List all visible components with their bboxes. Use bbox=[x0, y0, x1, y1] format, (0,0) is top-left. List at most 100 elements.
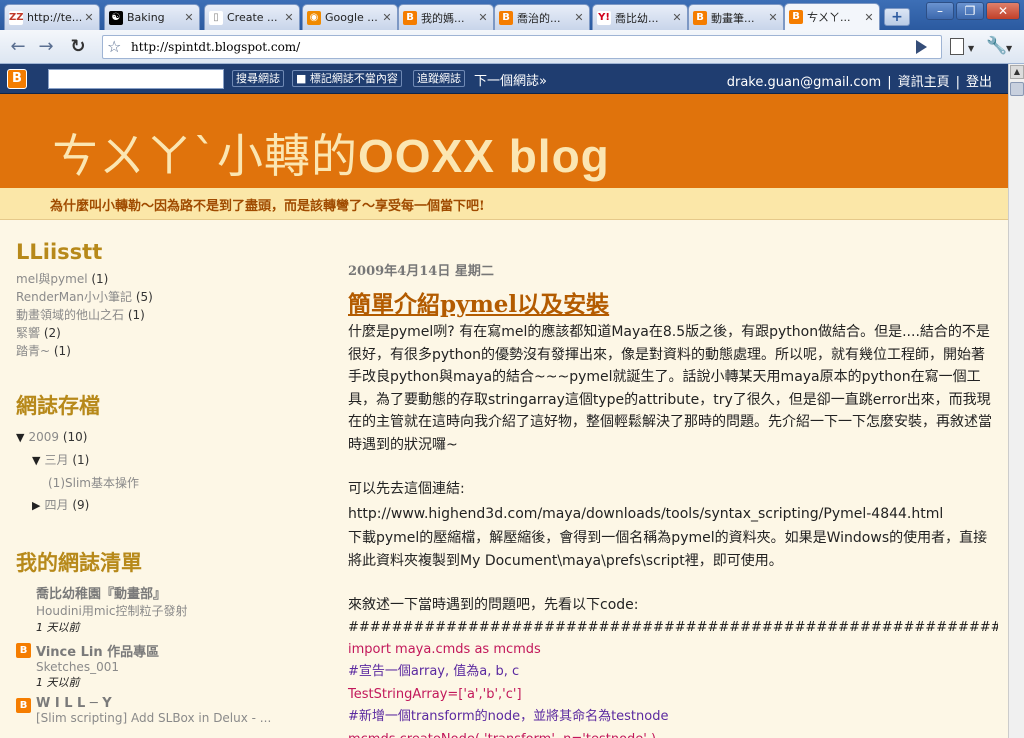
back-button[interactable]: ← bbox=[6, 35, 30, 59]
address-bar[interactable]: ☆ http://spintdt.blogspot.com/ bbox=[102, 35, 942, 59]
maximize-button[interactable]: ❐ bbox=[956, 2, 984, 20]
collapsed-triangle-icon[interactable]: ▶ bbox=[32, 499, 40, 512]
browser-tab[interactable]: ◉ Google ... ✕ bbox=[302, 4, 398, 30]
rss-icon: ◉ bbox=[307, 10, 321, 25]
scroll-up-arrow-icon[interactable]: ▲ bbox=[1010, 65, 1024, 79]
post-paragraph: 來敘述一下當時遇到的問題吧，先看以下code: bbox=[348, 597, 639, 613]
archive-month-row[interactable]: ▼ 三月 (1) bbox=[16, 449, 316, 472]
labels-heading: LLiisstt bbox=[16, 240, 103, 264]
blogger-logo-icon[interactable]: B bbox=[7, 69, 27, 89]
tab-title: 喬比幼... bbox=[615, 11, 659, 25]
blog-search-input[interactable] bbox=[48, 69, 224, 89]
tab-title: Baking bbox=[127, 11, 165, 24]
archive-year[interactable]: 2009 bbox=[28, 430, 59, 444]
label-item[interactable]: 動畫領域的他山之石 (1) bbox=[16, 306, 316, 324]
browser-tab[interactable]: ▯ Create ... ✕ bbox=[204, 4, 300, 30]
bloglist-name-link[interactable]: W I L L ─ Y bbox=[36, 696, 316, 711]
page-scrollbar[interactable]: ▲ bbox=[1008, 64, 1024, 738]
follow-blog-button[interactable]: 追蹤網誌 bbox=[413, 70, 465, 87]
page-icon: ▯ bbox=[209, 10, 223, 25]
bloglist-post-link[interactable]: Sketches_001 bbox=[36, 660, 316, 674]
tab-close-icon[interactable]: ✕ bbox=[671, 11, 683, 24]
blog-title[interactable]: ㄘㄨㄚˋ小轉的OOXX blog bbox=[52, 120, 610, 186]
sidebar: LLiisstt mel與pymel (1) RenderMan小小筆記 (5) 動… bbox=[16, 240, 316, 731]
download-link[interactable]: http://www.highend3d.com/maya/downloads/… bbox=[348, 503, 998, 526]
label-item[interactable]: mel與pymel (1) bbox=[16, 270, 316, 288]
archive-post-link[interactable]: (1)Slim基本操作 bbox=[16, 472, 316, 494]
separator: | bbox=[887, 75, 892, 90]
wrench-caret-icon[interactable]: ▼ bbox=[1006, 44, 1012, 53]
minimize-button[interactable]: – bbox=[926, 2, 954, 20]
tab-close-icon[interactable]: ✕ bbox=[283, 11, 295, 24]
browser-tab[interactable]: ZZ http://te... ✕ bbox=[4, 4, 100, 30]
bloglist-name-link[interactable]: Vince Lin 作品專區 bbox=[36, 641, 316, 660]
bloglist-item: B W I L L ─ Y [Slim scripting] Add SLBox i… bbox=[16, 696, 316, 725]
user-email[interactable]: drake.guan@gmail.com bbox=[727, 75, 881, 90]
search-blog-button[interactable]: 搜尋網誌 bbox=[232, 70, 284, 87]
page-menu-caret-icon[interactable]: ▼ bbox=[968, 44, 974, 53]
label-link[interactable]: 踏青~ bbox=[16, 344, 50, 358]
tab-close-icon[interactable]: ✕ bbox=[767, 11, 779, 24]
new-tab-button[interactable]: + bbox=[884, 8, 910, 26]
label-count: (2) bbox=[40, 326, 61, 340]
tab-close-icon[interactable]: ✕ bbox=[863, 11, 875, 24]
archive-month-row[interactable]: ▶ 四月 (9) bbox=[16, 494, 316, 517]
yahoo-icon: Y! bbox=[597, 10, 611, 25]
tab-close-icon[interactable]: ✕ bbox=[573, 11, 585, 24]
archive-month[interactable]: 四月 bbox=[44, 498, 68, 512]
label-link[interactable]: 動畫領域的他山之石 bbox=[16, 308, 124, 322]
browser-tab[interactable]: B 我的媽... ✕ bbox=[398, 4, 494, 30]
browser-tab[interactable]: B ㄘㄨㄚ... ✕ bbox=[784, 3, 880, 30]
code-line: #宣告一個array, 值為a, b, c bbox=[348, 664, 520, 679]
tab-close-icon[interactable]: ✕ bbox=[183, 11, 195, 24]
tab-close-icon[interactable]: ✕ bbox=[83, 11, 95, 24]
bloglist-post-link[interactable]: [Slim scripting] Add SLBox in Delux - ..… bbox=[36, 711, 316, 725]
blogger-navbar: B 搜尋網誌 ■ 標記網誌不當內容 追蹤網誌 下一個網誌» drake.guan… bbox=[0, 64, 1008, 94]
url-text[interactable]: http://spintdt.blogspot.com/ bbox=[131, 40, 300, 54]
window-close-button[interactable]: ✕ bbox=[986, 2, 1020, 20]
archive-month[interactable]: 三月 bbox=[44, 453, 68, 467]
label-link[interactable]: RenderMan小小筆記 bbox=[16, 290, 132, 304]
post-title-link[interactable]: 簡單介紹pymel以及安裝 bbox=[348, 285, 998, 319]
tab-title: Create ... bbox=[227, 11, 278, 24]
reload-button[interactable]: ↻ bbox=[66, 35, 90, 59]
blogger-icon: B bbox=[693, 10, 707, 25]
browser-tab[interactable]: B 喬治的... ✕ bbox=[494, 4, 590, 30]
label-link[interactable]: mel與pymel bbox=[16, 272, 88, 286]
next-blog-link[interactable]: 下一個網誌» bbox=[474, 70, 547, 89]
star-icon[interactable]: ☆ bbox=[107, 37, 121, 56]
label-count: (1) bbox=[87, 272, 109, 286]
blog-title-suffix[interactable]: OOXX blog bbox=[358, 130, 610, 182]
tab-title: 我的媽... bbox=[421, 11, 465, 25]
blogger-icon: B bbox=[789, 10, 803, 24]
dashboard-link[interactable]: 資訊主頁 bbox=[898, 75, 950, 90]
tab-title: ㄘㄨㄚ... bbox=[807, 11, 851, 24]
label-item[interactable]: 踏青~ (1) bbox=[16, 342, 316, 360]
label-link[interactable]: 緊響 bbox=[16, 326, 40, 340]
tab-close-icon[interactable]: ✕ bbox=[381, 11, 393, 24]
bloglist-name-link[interactable]: 喬比幼稚園『動畫部』 bbox=[36, 583, 316, 602]
flag-blog-button[interactable]: ■ 標記網誌不當內容 bbox=[292, 70, 402, 87]
go-arrow-icon[interactable] bbox=[916, 40, 927, 54]
expanded-triangle-icon[interactable]: ▼ bbox=[16, 431, 24, 444]
expanded-triangle-icon[interactable]: ▼ bbox=[32, 454, 40, 467]
post-paragraph: 可以先去這個連結: bbox=[348, 481, 465, 497]
browser-tab[interactable]: Y! 喬比幼... ✕ bbox=[592, 4, 688, 30]
logout-link[interactable]: 登出 bbox=[966, 75, 992, 90]
label-item[interactable]: RenderMan小小筆記 (5) bbox=[16, 288, 316, 306]
page-menu-icon[interactable] bbox=[950, 38, 964, 55]
archive-year-row[interactable]: ▼ 2009 (10) bbox=[16, 426, 316, 449]
wrench-icon[interactable]: 🔧 bbox=[986, 36, 1007, 56]
scroll-thumb[interactable] bbox=[1010, 82, 1024, 96]
archive-month-count: (1) bbox=[72, 453, 90, 467]
forward-button[interactable]: → bbox=[34, 35, 58, 59]
separator: | bbox=[955, 75, 960, 90]
browser-tab-strip: ZZ http://te... ✕ ☯ Baking ✕ ▯ Create ... ✕ ◉ Goog… bbox=[0, 0, 1024, 30]
label-item[interactable]: 緊響 (2) bbox=[16, 324, 316, 342]
browser-tab[interactable]: ☯ Baking ✕ bbox=[104, 4, 200, 30]
tab-close-icon[interactable]: ✕ bbox=[477, 11, 489, 24]
code-line: mcmds.createNode( 'transform', n='testno… bbox=[348, 729, 998, 738]
bloglist-post-link[interactable]: Houdini用mic控制粒子發射 bbox=[36, 602, 316, 619]
browser-tab[interactable]: B 動畫筆... ✕ bbox=[688, 4, 784, 30]
blog-title-prefix[interactable]: ㄘㄨㄚˋ小轉的 bbox=[52, 129, 358, 183]
